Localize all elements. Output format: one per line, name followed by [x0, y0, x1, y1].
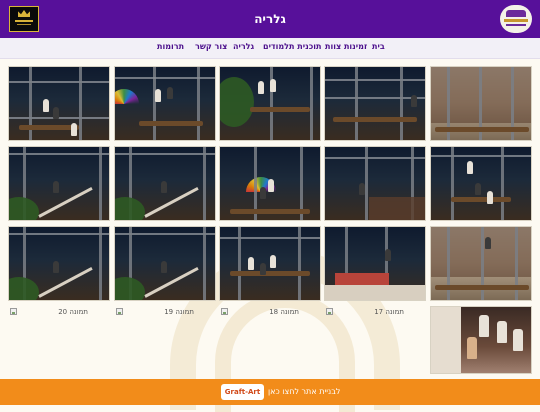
image-placeholder-icon	[326, 308, 333, 315]
nav-item-gallery[interactable]: גלריה	[233, 42, 254, 51]
main-nav: בית זמינות צוות תוכנית תלמודים גלריה צור…	[0, 38, 540, 59]
image-caption: תמונה 19	[114, 306, 216, 318]
gallery-photo[interactable]	[324, 66, 426, 141]
gallery-photo[interactable]	[324, 146, 426, 221]
footer-link[interactable]: לבניית אתר לחצו כאן	[268, 387, 340, 396]
image-caption: תמונה 20	[8, 306, 110, 318]
gallery-photo[interactable]	[324, 226, 426, 301]
gallery-photo[interactable]	[114, 226, 216, 301]
site-footer: Graft-Art לבניית אתר לחצו כאן	[0, 379, 540, 405]
gallery-photo[interactable]	[114, 146, 216, 221]
gallery-photo[interactable]	[8, 66, 110, 141]
image-caption: תמונה 17	[324, 306, 426, 318]
image-placeholder-icon	[10, 308, 17, 315]
gallery-photo[interactable]	[430, 306, 532, 374]
gallery-photo[interactable]	[430, 146, 532, 221]
image-caption: תמונה 18	[219, 306, 321, 318]
site-logo-left[interactable]	[9, 6, 39, 32]
nav-item-home[interactable]: בית	[372, 42, 385, 51]
image-placeholder-icon	[221, 308, 228, 315]
image-placeholder-icon	[116, 308, 123, 315]
nav-item-donations[interactable]: תרומות	[157, 42, 184, 51]
nav-item-contact[interactable]: צור קשר	[195, 42, 227, 51]
gallery-photo[interactable]	[219, 66, 321, 141]
gallery-photo[interactable]	[219, 146, 321, 221]
site-header: גלריה	[0, 0, 540, 38]
site-logo-right[interactable]	[500, 5, 532, 33]
gallery-photo[interactable]	[430, 226, 532, 301]
gallery-photo[interactable]	[430, 66, 532, 141]
credit-button[interactable]: Graft-Art	[221, 384, 264, 400]
gallery-photo[interactable]	[219, 226, 321, 301]
page-title: גלריה	[254, 12, 286, 26]
gallery-photo[interactable]	[114, 66, 216, 141]
nav-item-program[interactable]: תוכנית תלמודים	[263, 42, 321, 51]
gallery-photo[interactable]	[8, 146, 110, 221]
gallery-photo[interactable]	[8, 226, 110, 301]
nav-item-staff[interactable]: זמינות צוות	[325, 42, 367, 51]
